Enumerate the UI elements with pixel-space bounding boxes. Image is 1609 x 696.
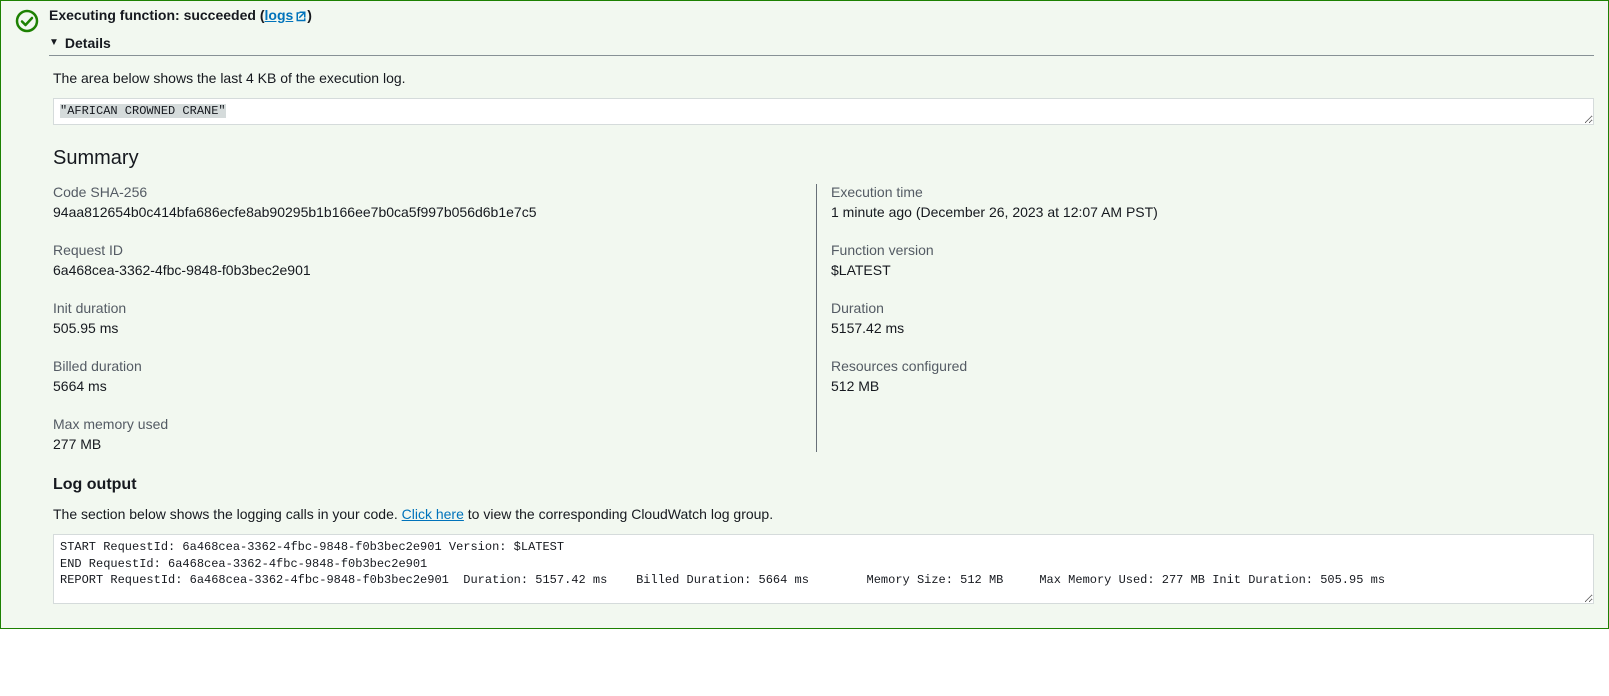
label-request-id: Request ID [53,242,776,258]
value-init-duration: 505.95 ms [53,320,776,336]
log-output-box[interactable]: START RequestId: 6a468cea-3362-4fbc-9848… [53,534,1594,604]
status-state: succeeded [184,7,256,23]
log-desc-prefix: The section below shows the logging call… [53,506,402,522]
log-desc-suffix: to view the corresponding CloudWatch log… [464,506,773,522]
value-function-version: $LATEST [831,262,1554,278]
details-toggle-label: Details [65,35,111,51]
logs-link-text: logs [265,7,294,23]
kv-execution-time: Execution time 1 minute ago (December 26… [831,184,1554,220]
kv-max-memory-used: Max memory used 277 MB [53,416,776,452]
label-resources-configured: Resources configured [831,358,1554,374]
label-max-memory-used: Max memory used [53,416,776,432]
value-duration: 5157.42 ms [831,320,1554,336]
kv-code-sha256: Code SHA-256 94aa812654b0c414bfa686ecfe8… [53,184,776,220]
summary-grid: Code SHA-256 94aa812654b0c414bfa686ecfe8… [53,184,1594,452]
caret-down-icon: ▼ [49,38,59,48]
status-header: Executing function: succeeded (logs) ▼ D… [15,7,1594,56]
log-output-heading: Log output [53,476,1594,494]
details-body: The area below shows the last 4 KB of th… [53,70,1594,604]
value-request-id: 6a468cea-3362-4fbc-9848-f0b3bec2e901 [53,262,776,278]
summary-right-column: Execution time 1 minute ago (December 26… [816,184,1594,452]
kv-duration: Duration 5157.42 ms [831,300,1554,336]
value-execution-time: 1 minute ago (December 26, 2023 at 12:07… [831,204,1554,220]
value-resources-configured: 512 MB [831,378,1554,394]
function-output-box[interactable]: "AFRICAN CROWNED CRANE" [53,98,1594,125]
label-function-version: Function version [831,242,1554,258]
value-billed-duration: 5664 ms [53,378,776,394]
kv-init-duration: Init duration 505.95 ms [53,300,776,336]
summary-heading: Summary [53,147,1594,170]
execution-result-panel: Executing function: succeeded (logs) ▼ D… [0,0,1609,629]
kv-billed-duration: Billed duration 5664 ms [53,358,776,394]
label-code-sha256: Code SHA-256 [53,184,776,200]
log-output-description: The section below shows the logging call… [53,506,1594,522]
label-duration: Duration [831,300,1554,316]
cloudwatch-link[interactable]: Click here [402,506,464,522]
function-output-text: "AFRICAN CROWNED CRANE" [60,104,226,118]
value-max-memory-used: 277 MB [53,436,776,452]
execution-log-description: The area below shows the last 4 KB of th… [53,70,1594,86]
status-line: Executing function: succeeded (logs) [49,7,1594,25]
details-toggle[interactable]: ▼ Details [49,35,1594,51]
summary-left-column: Code SHA-256 94aa812654b0c414bfa686ecfe8… [53,184,816,452]
external-link-icon [295,9,307,25]
label-init-duration: Init duration [53,300,776,316]
kv-resources-configured: Resources configured 512 MB [831,358,1554,394]
label-execution-time: Execution time [831,184,1554,200]
value-code-sha256: 94aa812654b0c414bfa686ecfe8ab90295b1b166… [53,204,776,220]
success-check-icon [15,9,39,33]
label-billed-duration: Billed duration [53,358,776,374]
kv-request-id: Request ID 6a468cea-3362-4fbc-9848-f0b3b… [53,242,776,278]
status-prefix: Executing function: [49,7,184,23]
details-divider [49,55,1594,56]
kv-function-version: Function version $LATEST [831,242,1554,278]
status-paren-open: ( [256,7,265,23]
logs-link[interactable]: logs [265,7,308,23]
status-paren-close: ) [307,7,312,23]
